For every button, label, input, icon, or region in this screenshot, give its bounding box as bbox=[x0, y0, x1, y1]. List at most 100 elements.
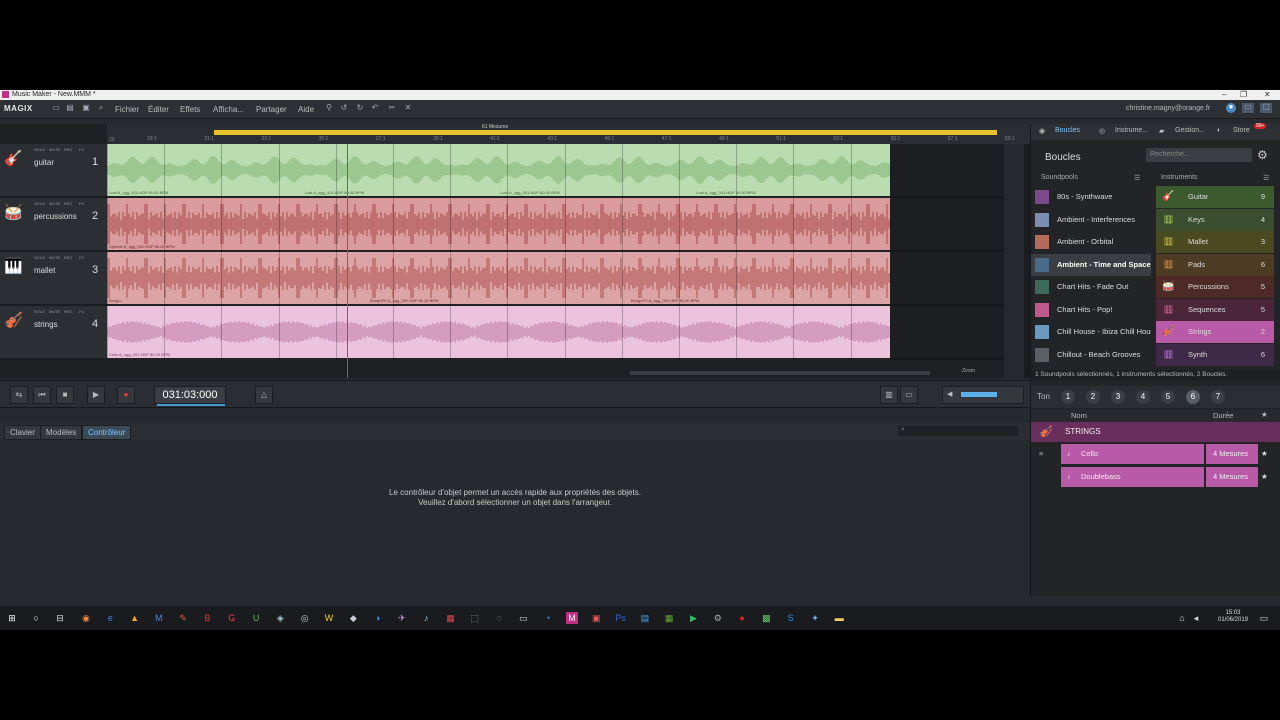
instrument-item-pads[interactable]: ▥ Pads 6 bbox=[1156, 253, 1274, 276]
track-rec-button[interactable]: REC bbox=[64, 147, 72, 152]
key-button-4[interactable]: 4 bbox=[1136, 390, 1150, 404]
instrument-item-synth[interactable]: ▥ Synth 6 bbox=[1156, 343, 1274, 366]
clip-label[interactable]: BongoFX A_ogg_001.HDP 80.00 BPM bbox=[370, 298, 438, 303]
favorite-header-icon[interactable]: ★ bbox=[1261, 410, 1268, 419]
folder-icon[interactable]: ▰ bbox=[1159, 127, 1164, 135]
open-icon[interactable]: ▤ bbox=[66, 104, 74, 112]
taskbar-app-icon[interactable]: ▦ bbox=[445, 612, 457, 624]
taskbar-app-icon[interactable]: ○ bbox=[30, 612, 42, 624]
taskbar-app-icon[interactable]: ▩ bbox=[760, 612, 772, 624]
track-name[interactable]: mallet bbox=[34, 266, 55, 275]
track-mute-button[interactable]: MUTE bbox=[49, 147, 60, 152]
loop-search-input[interactable]: Recherche... bbox=[1146, 148, 1252, 162]
menu-editer[interactable]: Éditer bbox=[148, 105, 169, 114]
soundpool-item[interactable]: 80s - Synthwave bbox=[1031, 186, 1151, 208]
undo-icon[interactable]: ↶ bbox=[371, 104, 379, 112]
mixer-icon[interactable]: ⚲ bbox=[325, 104, 333, 112]
track-lane-strings[interactable]: Cello A_ogg_001.HDP 80.00 BPM bbox=[107, 306, 890, 358]
track-solo-button[interactable]: SOLO bbox=[34, 255, 45, 260]
track-fx-button[interactable]: FX bbox=[79, 147, 84, 152]
soundpool-item[interactable]: Ambient - Interferences bbox=[1031, 209, 1151, 231]
loop-icon[interactable]: ↺ bbox=[340, 104, 348, 112]
time-display[interactable]: 031:03:000 bbox=[154, 386, 226, 404]
taskbar-app-icon[interactable]: ▬ bbox=[833, 612, 845, 624]
record-button[interactable]: ● bbox=[117, 386, 135, 404]
col-name[interactable]: Nom bbox=[1071, 411, 1087, 420]
store-icon[interactable]: ◐ bbox=[1217, 127, 1221, 134]
tab-instruments[interactable]: Instrume... bbox=[1115, 127, 1148, 134]
taskbar-app-icon[interactable]: ● bbox=[736, 612, 748, 624]
soundpool-item[interactable]: Ambient - Orbital bbox=[1031, 231, 1151, 253]
menu-effets[interactable]: Effets bbox=[180, 105, 200, 114]
track-fx-button[interactable]: FX bbox=[79, 309, 84, 314]
clip-label[interactable]: BongoFX A_ogg_001.HDP 80.00 BPM bbox=[631, 298, 699, 303]
lower-search-input[interactable]: ⌕ bbox=[898, 426, 1018, 436]
timeline-ruler[interactable]: 61 Mesures 29 29:1 31:1 33:1 35:1 37:1 39:1 41… bbox=[107, 124, 1030, 144]
clip-label[interactable]: Djembe A_ogg_001.HDP 80.00 BPM bbox=[109, 244, 175, 249]
instruments-sort-icon[interactable]: ☰ bbox=[1263, 174, 1269, 184]
menu-fichier[interactable]: Fichier bbox=[115, 105, 139, 114]
maximize-button[interactable]: ❐ bbox=[1240, 90, 1247, 100]
loop-row[interactable]: ♪ Doublebass 4 Mesures ★ bbox=[1031, 466, 1280, 487]
instrument-item-mallet[interactable]: ▥ Mallet 3 bbox=[1156, 231, 1274, 253]
track-lane-percussions[interactable]: Djembe A_ogg_001.HDP 80.00 BPM bbox=[107, 198, 890, 250]
taskbar-app-icon[interactable]: ⊞ bbox=[6, 612, 18, 624]
col-duration[interactable]: Durée bbox=[1213, 411, 1233, 420]
category-row[interactable]: 🎻 STRINGS bbox=[1031, 422, 1280, 442]
mixer-view-icon[interactable]: ▥ bbox=[880, 386, 898, 404]
new-icon[interactable]: ▭ bbox=[52, 104, 60, 112]
track-name[interactable]: strings bbox=[34, 320, 58, 329]
clip-label[interactable]: Lost A_ogg_001.HDP 80.00 BPM bbox=[305, 190, 364, 195]
clip-label[interactable]: Cello A_ogg_001.HDP 80.00 BPM bbox=[109, 352, 170, 357]
loops-tab-icon[interactable]: ◉ bbox=[1039, 127, 1045, 135]
empty-lane-area[interactable] bbox=[890, 198, 1022, 252]
track-header-strings[interactable]: 🎻 SOLO MUTE REC FX strings 4 bbox=[0, 306, 107, 360]
taskbar-app-icon[interactable]: ⊟ bbox=[54, 612, 66, 624]
empty-lane-area[interactable] bbox=[890, 306, 1022, 360]
close-button[interactable]: ✕ bbox=[1264, 90, 1271, 100]
key-button-5[interactable]: 5 bbox=[1161, 390, 1175, 404]
favorite-star-icon[interactable]: ★ bbox=[1261, 444, 1268, 464]
redo-icon[interactable]: ↻ bbox=[356, 104, 364, 112]
soundpool-item[interactable]: Chart Hits - Pop! bbox=[1031, 299, 1151, 321]
menu-affichage[interactable]: Afficha... bbox=[213, 105, 244, 114]
tab-boucles[interactable]: Boucles bbox=[1055, 127, 1080, 134]
track-mute-button[interactable]: MUTE bbox=[49, 255, 60, 260]
volume-icon[interactable]: ◂ bbox=[1190, 612, 1202, 624]
taskbar-app-icon[interactable]: ◉ bbox=[80, 612, 92, 624]
clip-label[interactable]: Bongo... bbox=[109, 298, 124, 303]
track-solo-button[interactable]: SOLO bbox=[34, 201, 45, 206]
taskbar-app-icon[interactable]: ◑ bbox=[372, 612, 384, 624]
taskbar-app-icon[interactable]: M bbox=[153, 612, 165, 624]
loop-toggle-button[interactable]: ⇆ bbox=[10, 386, 28, 404]
key-button-7[interactable]: 7 bbox=[1211, 390, 1225, 404]
instrument-item-guitar[interactable]: 🎸 Guitar 9 bbox=[1156, 186, 1274, 208]
instrument-item-sequences[interactable]: ▥ Sequences 5 bbox=[1156, 298, 1274, 321]
account-email[interactable]: christine.magny@orange.fr bbox=[1126, 105, 1210, 112]
tab-modeles[interactable]: Modèles bbox=[40, 425, 83, 440]
soundpool-item[interactable]: Chillout - Beach Grooves bbox=[1031, 344, 1151, 366]
taskbar-app-icon[interactable]: ✈ bbox=[396, 612, 408, 624]
taskbar-app-icon[interactable]: ⬚ bbox=[469, 612, 481, 624]
track-rec-button[interactable]: REC bbox=[64, 309, 72, 314]
tab-store[interactable]: Store bbox=[1233, 127, 1250, 134]
clip-label[interactable]: Lost A_ogg_001.HDP 80.00 BPM bbox=[696, 190, 755, 195]
track-rec-button[interactable]: REC bbox=[64, 255, 72, 260]
taskbar-app-icon[interactable]: G bbox=[226, 612, 238, 624]
preview-icon[interactable]: ≡ bbox=[1039, 444, 1043, 464]
taskbar-app-icon[interactable]: ◈ bbox=[274, 612, 286, 624]
taskbar-app-icon[interactable]: ✦ bbox=[809, 612, 821, 624]
position-slider[interactable] bbox=[157, 404, 225, 406]
soundpool-item[interactable]: Chill House - Ibiza Chill House bbox=[1031, 321, 1151, 343]
taskbar-app-icon[interactable]: S bbox=[785, 612, 797, 624]
key-button-6[interactable]: 6 bbox=[1186, 390, 1200, 404]
layout-icon[interactable]: ▭ bbox=[1242, 103, 1254, 113]
taskbar-app-icon[interactable]: ▲ bbox=[129, 612, 141, 624]
loop-range-bar[interactable] bbox=[214, 130, 997, 135]
stop-button[interactable]: ■ bbox=[56, 386, 74, 404]
tab-gestion[interactable]: Gestion... bbox=[1175, 127, 1205, 134]
settings-gear-icon[interactable]: ⚙ bbox=[1257, 148, 1268, 162]
network-icon[interactable]: ⌂ bbox=[1176, 612, 1188, 624]
minimize-button[interactable]: – bbox=[1222, 90, 1226, 100]
save-icon[interactable]: ▣ bbox=[82, 104, 90, 112]
